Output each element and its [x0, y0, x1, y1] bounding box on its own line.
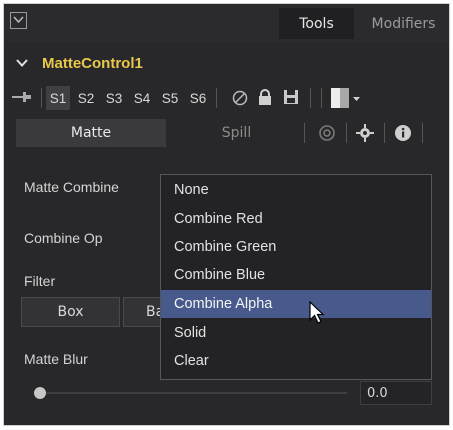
tab-divider [384, 123, 385, 143]
dropdown-option-combine-alpha[interactable]: Combine Alpha [161, 290, 431, 318]
dropdown-option-combine-red[interactable]: Combine Red [161, 205, 431, 233]
tab-divider [346, 123, 347, 143]
script-slot-2-button[interactable]: S2 [74, 86, 98, 110]
toolbar-divider [321, 88, 322, 108]
matte-blur-slider-handle[interactable] [34, 387, 46, 399]
inspector-subtabs: Matte Spill [4, 119, 449, 147]
tab-divider [304, 123, 305, 143]
inspector-panel: Tools Modifiers MatteControl1 S1 S2 S3 S… [3, 3, 450, 426]
collapse-all-button[interactable] [10, 12, 27, 29]
expand-chevron-icon[interactable] [16, 59, 28, 67]
settings-wheel-icon[interactable] [318, 124, 336, 142]
combine-op-label: Combine Op [24, 230, 103, 246]
matte-blur-label: Matte Blur [24, 351, 88, 367]
matte-blur-value-field[interactable]: 0.0 [360, 381, 432, 405]
dropdown-option-solid[interactable]: Solid [161, 319, 431, 347]
dropdown-option-combine-green[interactable]: Combine Green [161, 233, 431, 261]
gear-icon[interactable] [356, 124, 374, 142]
script-slot-6-button[interactable]: S6 [186, 86, 210, 110]
toolbar-divider [310, 88, 311, 108]
mouse-cursor-icon [309, 301, 325, 324]
script-slot-1-button[interactable]: S1 [46, 86, 70, 110]
node-toolbar: S1 S2 S3 S4 S5 S6 [4, 84, 449, 112]
inspector-topbar: Tools Modifiers [4, 4, 449, 42]
tab-divider [422, 123, 423, 143]
script-slot-4-button[interactable]: S4 [130, 86, 154, 110]
filter-label: Filter [24, 273, 56, 289]
node-header[interactable]: MatteControl1 [4, 49, 449, 79]
toolbar-divider [41, 88, 42, 108]
dropdown-option-clear[interactable]: Clear [161, 347, 431, 375]
matte-blur-slider[interactable] [39, 392, 347, 394]
matte-combine-dropdown-menu: None Combine Red Combine Green Combine B… [160, 174, 432, 380]
save-icon[interactable] [283, 89, 299, 105]
lock-icon[interactable] [258, 89, 272, 106]
tab-modifiers[interactable]: Modifiers [356, 8, 449, 39]
matte-combine-label: Matte Combine [24, 179, 119, 195]
chevron-down-icon [13, 16, 24, 24]
tab-matte[interactable]: Matte [16, 119, 166, 147]
tab-spill[interactable]: Spill [169, 119, 304, 147]
disable-icon[interactable] [232, 90, 248, 106]
filter-box-button[interactable]: Box [21, 297, 120, 327]
script-slot-5-button[interactable]: S5 [158, 86, 182, 110]
script-slot-3-button[interactable]: S3 [102, 86, 126, 110]
dropdown-option-none[interactable]: None [161, 176, 431, 204]
node-title: MatteControl1 [42, 55, 143, 72]
info-icon[interactable] [394, 124, 412, 142]
pin-icon[interactable] [12, 91, 32, 103]
dropdown-option-combine-blue[interactable]: Combine Blue [161, 261, 431, 289]
color-swatch-dropdown-icon[interactable] [331, 88, 361, 108]
tab-tools[interactable]: Tools [279, 8, 354, 39]
toolbar-divider [216, 88, 217, 108]
